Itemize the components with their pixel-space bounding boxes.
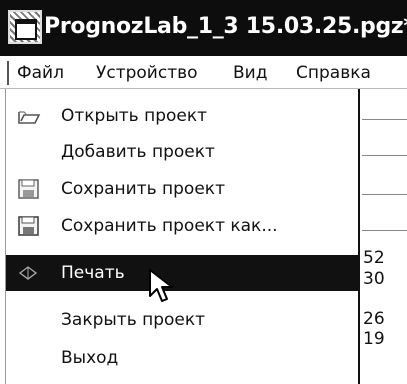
menu-item-add-project[interactable]: Добавить проект	[6, 134, 359, 170]
menu-item-label: Печать	[61, 263, 125, 283]
title-bar: PrognozLab_1_3 15.03.25.pgz*	[0, 0, 407, 56]
menu-item-label: Добавить проект	[61, 142, 215, 162]
background-value: 19	[363, 329, 385, 349]
menu-item-save-project[interactable]: Сохранить проект	[6, 171, 359, 207]
file-menu-dropdown: Открыть проект Добавить проект Сохранить…	[5, 89, 360, 384]
background-value: 26	[363, 309, 385, 329]
menu-item-label: Открыть проект	[61, 106, 208, 126]
save-as-icon	[18, 216, 39, 236]
menu-item-label: Выход	[61, 348, 119, 368]
divider	[362, 119, 407, 120]
save-icon	[18, 179, 39, 199]
menu-item-label: Закрыть проект	[61, 310, 206, 330]
menu-device[interactable]: Устройство	[96, 60, 198, 86]
divider	[362, 155, 407, 156]
menu-bar: Файл Устройство Вид Справка	[0, 56, 407, 89]
menu-file[interactable]: Файл	[17, 60, 64, 86]
menu-item-label: Сохранить проект	[61, 179, 225, 199]
open-folder-icon	[18, 111, 41, 124]
menu-item-exit[interactable]: Выход	[6, 340, 359, 376]
print-icon	[18, 266, 38, 280]
divider	[362, 194, 407, 195]
app-icon[interactable]	[8, 10, 42, 44]
menu-item-label: Сохранить проект как...	[61, 216, 278, 236]
menubar-grip	[7, 61, 9, 85]
menu-item-print[interactable]: Печать	[6, 255, 359, 291]
mouse-cursor-icon	[149, 269, 173, 302]
menu-help[interactable]: Справка	[296, 60, 371, 86]
background-value: 30	[363, 269, 385, 289]
menu-item-open-project[interactable]: Открыть проект	[6, 98, 359, 134]
background-value: 52	[363, 248, 385, 268]
background-panel: 52 30 26 19	[362, 89, 407, 384]
menu-view[interactable]: Вид	[233, 60, 267, 86]
menu-item-close-project[interactable]: Закрыть проект	[6, 302, 359, 338]
window-title: PrognozLab_1_3 15.03.25.pgz*	[44, 14, 407, 39]
menu-item-save-project-as[interactable]: Сохранить проект как...	[6, 208, 359, 244]
divider	[362, 230, 407, 231]
